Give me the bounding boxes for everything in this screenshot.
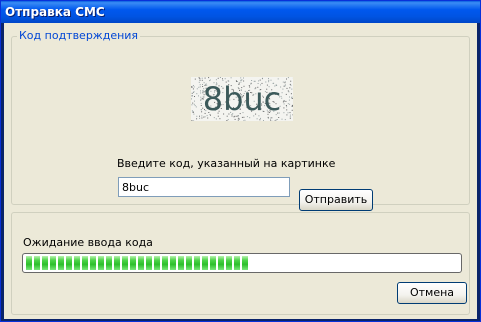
progress-block — [90, 256, 96, 270]
progress-block — [66, 256, 72, 270]
waiting-label: Ожидание ввода кода — [23, 236, 153, 249]
progress-block — [50, 256, 56, 270]
progress-block — [26, 256, 32, 270]
progress-block — [98, 256, 104, 270]
progress-block — [122, 256, 128, 270]
sms-dialog-window: Отправка СМС Код подтверждения 8buc Введ… — [0, 0, 481, 322]
progress-bar — [22, 253, 462, 273]
progress-block — [242, 256, 248, 270]
progress-block — [194, 256, 200, 270]
progress-block — [82, 256, 88, 270]
progress-block — [130, 256, 136, 270]
captcha-text: 8buc — [203, 80, 282, 118]
progress-block — [58, 256, 64, 270]
captcha-image: 8buc — [191, 77, 293, 121]
window-title: Отправка СМС — [1, 1, 480, 23]
verification-legend: Код подтверждения — [17, 29, 141, 43]
progress-block — [162, 256, 168, 270]
progress-block — [226, 256, 232, 270]
progress-block — [178, 256, 184, 270]
progress-block — [186, 256, 192, 270]
progress-block — [218, 256, 224, 270]
progress-block — [234, 256, 240, 270]
progress-block — [138, 256, 144, 270]
progress-block — [146, 256, 152, 270]
progress-block — [210, 256, 216, 270]
progress-block — [42, 256, 48, 270]
progress-block — [34, 256, 40, 270]
progress-block — [106, 256, 112, 270]
progress-fill — [26, 256, 458, 270]
progress-block — [154, 256, 160, 270]
progress-block — [170, 256, 176, 270]
code-hint-label: Введите код, указанный на картинке — [117, 157, 336, 170]
code-input[interactable] — [118, 177, 290, 197]
progress-block — [114, 256, 120, 270]
progress-block — [74, 256, 80, 270]
dialog-client-area: Код подтверждения 8buc Введите код, указ… — [4, 23, 477, 319]
verification-group: Код подтверждения 8buc Введите код, указ… — [11, 29, 470, 211]
send-button[interactable]: Отправить — [299, 189, 373, 211]
cancel-button[interactable]: Отмена — [397, 282, 467, 304]
progress-block — [202, 256, 208, 270]
